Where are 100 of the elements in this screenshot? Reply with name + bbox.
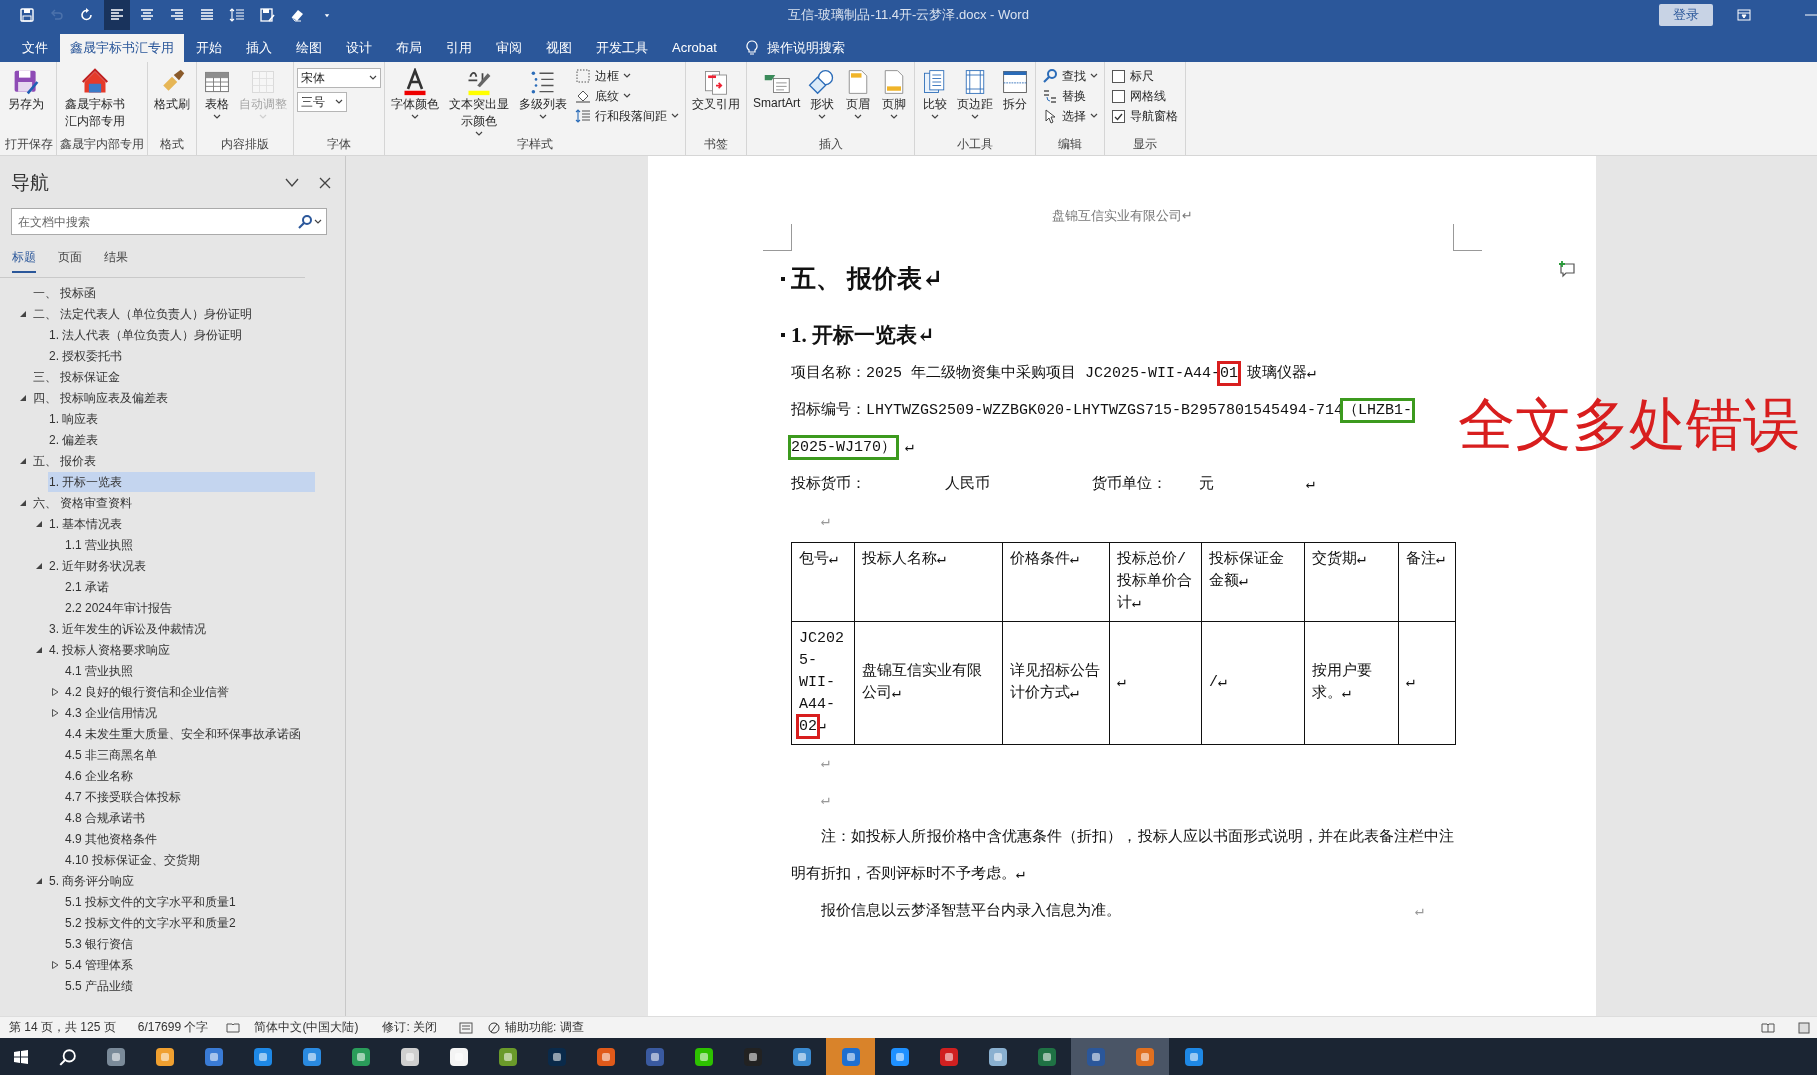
heading-item[interactable]: 4.7 不接受联合体投标 [64, 786, 315, 807]
search-icon[interactable] [297, 214, 313, 230]
page-count[interactable]: 第 14 页，共 125 页 [9, 1019, 116, 1036]
font-dropdown[interactable]: 三号 [297, 92, 347, 112]
language-status[interactable]: 简体中文(中国大陆) [254, 1019, 359, 1036]
heading-item[interactable]: 1. 开标一览表 [48, 471, 315, 492]
ribbon-button[interactable]: 字体颜色 [388, 66, 442, 122]
heading-item[interactable]: 1. 基本情况表 [48, 513, 315, 534]
tell-me-search[interactable]: 操作说明搜索 [766, 39, 845, 57]
close-icon[interactable] [319, 177, 331, 189]
ribbon-button[interactable]: 边框 [572, 66, 682, 86]
expanded-triangle-icon[interactable] [19, 456, 27, 465]
ribbon-tab[interactable]: 引用 [434, 34, 484, 62]
heading-item[interactable]: 3. 近年发生的诉讼及仲裁情况 [48, 618, 315, 639]
pane-tab[interactable]: 页面 [58, 249, 82, 271]
heading-item[interactable]: 2. 近年财务状况表 [48, 555, 315, 576]
collapsed-triangle-icon[interactable] [51, 687, 59, 696]
heading-item[interactable]: 4.6 企业名称 [64, 765, 315, 786]
add-comment-icon[interactable] [1558, 260, 1576, 278]
ribbon-tab[interactable]: 鑫晟宇标书汇专用 [60, 34, 184, 62]
heading-item[interactable]: 1. 法人代表（单位负责人）身份证明 [48, 324, 315, 345]
ribbon-button[interactable]: 鑫晟宇标书汇内部专用 [60, 66, 130, 132]
ribbon-button[interactable]: 多级列表 [516, 66, 570, 122]
heading: 1. 开标一览表↵ [791, 322, 935, 349]
expanded-triangle-icon[interactable] [19, 498, 27, 507]
word-count[interactable]: 6/17699 个字 [137, 1019, 209, 1036]
ribbon-button[interactable]: 页脚 [877, 66, 912, 122]
ribbon-button[interactable]: 比较 [918, 66, 953, 122]
ribbon-button[interactable]: 底纹 [572, 86, 682, 106]
ribbon-tab[interactable]: Acrobat [660, 34, 729, 62]
collapsed-triangle-icon[interactable] [51, 708, 59, 717]
ribbon-tab[interactable]: 设计 [334, 34, 384, 62]
ribbon-button[interactable]: 文本突出显示颜色 [444, 66, 514, 137]
heading-item[interactable]: 六、 资格审查资料 [32, 492, 315, 513]
heading-item[interactable]: 4. 投标人资格要求响应 [48, 639, 315, 660]
heading-item[interactable]: 4.5 非三商黑名单 [64, 744, 315, 765]
ribbon-button[interactable]: SmartArt [750, 66, 804, 112]
font-dropdown[interactable]: 宋体 [297, 68, 381, 88]
heading-item[interactable]: 4.3 企业信用情况 [64, 702, 315, 723]
ribbon-button[interactable]: 形状 [805, 66, 840, 122]
heading-item[interactable]: 2.1 承诺 [64, 576, 315, 597]
ribbon-tab[interactable]: 开发工具 [584, 34, 660, 62]
heading-item[interactable]: 2.2 2024年审计报告 [64, 597, 315, 618]
heading-item[interactable]: 5.1 投标文件的文字水平和质量1 [64, 891, 315, 912]
ribbon-tab[interactable]: 绘图 [284, 34, 334, 62]
ribbon-button[interactable]: 交叉引用 [689, 66, 743, 115]
heading-item[interactable]: 五、 报价表 [32, 450, 315, 471]
toolbar-button[interactable] [104, 0, 130, 30]
chevron-down-icon[interactable] [285, 178, 299, 188]
heading-item[interactable]: 4.8 合规承诺书 [64, 807, 315, 828]
heading-item[interactable]: 4.2 良好的银行资信和企业信誉 [64, 681, 315, 702]
search-field[interactable]: 在文档中搜索 [11, 208, 327, 235]
heading-item[interactable]: 4.10 投标保证金、交货期 [64, 849, 315, 870]
ribbon-button[interactable]: 选择 [1039, 106, 1102, 126]
heading-item[interactable]: 5. 商务评分响应 [48, 870, 315, 891]
expanded-triangle-icon[interactable] [35, 645, 43, 654]
ribbon-tab[interactable]: 审阅 [484, 34, 534, 62]
ribbon-tab[interactable]: 视图 [534, 34, 584, 62]
heading-item[interactable]: 二、 法定代表人（单位负责人）身份证明 [32, 303, 315, 324]
ribbon-tab[interactable]: 开始 [184, 34, 234, 62]
heading-item[interactable]: 1.1 营业执照 [64, 534, 315, 555]
ribbon-tab[interactable]: 布局 [384, 34, 434, 62]
ribbon-button[interactable]: 页眉 [841, 66, 876, 122]
heading-item[interactable]: 1. 响应表 [48, 408, 315, 429]
heading-item[interactable]: 4.1 营业执照 [64, 660, 315, 681]
accessibility-status[interactable]: 辅助功能: 调查 [505, 1019, 584, 1036]
ribbon-button[interactable]: 替换 [1039, 86, 1102, 106]
ribbon-tab[interactable]: 插入 [234, 34, 284, 62]
heading-item[interactable]: 5.2 投标文件的文字水平和质量2 [64, 912, 315, 933]
expanded-triangle-icon[interactable] [35, 561, 43, 570]
heading-item[interactable]: 2. 偏差表 [48, 429, 315, 450]
ribbon-button[interactable]: 页边距 [954, 66, 997, 122]
heading-item[interactable]: 5.3 银行资信 [64, 933, 315, 954]
heading-item[interactable]: 4.4 未发生重大质量、安全和环保事故承诺函 [64, 723, 315, 744]
ribbon-button[interactable]: 另存为 [5, 66, 47, 115]
track-changes-status[interactable]: 修订: 关闭 [382, 1019, 438, 1036]
heading-item[interactable]: 5.4 管理体系 [64, 954, 315, 975]
ribbon-button[interactable]: 表格 [200, 66, 234, 122]
heading-item[interactable]: 一、 投标函 [32, 282, 315, 303]
sign-in-button[interactable]: 登录 [1659, 4, 1713, 26]
ribbon-button[interactable]: 拆分 [998, 66, 1033, 115]
pane-tab[interactable]: 结果 [104, 249, 128, 271]
checkbox[interactable] [1112, 69, 1126, 83]
ribbon-button[interactable]: 格式刷 [151, 66, 193, 115]
ribbon-button[interactable]: 查找 [1039, 66, 1102, 86]
checkbox[interactable] [1112, 109, 1126, 123]
pane-tab[interactable]: 标题 [12, 249, 36, 273]
heading-item[interactable]: 5.5 产品业绩 [64, 975, 315, 996]
expanded-triangle-icon[interactable] [35, 519, 43, 528]
expanded-triangle-icon[interactable] [19, 393, 27, 402]
ribbon-button[interactable]: 行和段落间距 [572, 106, 682, 126]
expanded-triangle-icon[interactable] [35, 876, 43, 885]
collapsed-triangle-icon[interactable] [51, 960, 59, 969]
heading-item[interactable]: 三、 投标保证金 [32, 366, 315, 387]
heading-item[interactable]: 2. 授权委托书 [48, 345, 315, 366]
heading-item[interactable]: 4.9 其他资格条件 [64, 828, 315, 849]
ribbon-tab[interactable]: 文件 [10, 34, 60, 62]
checkbox[interactable] [1112, 89, 1126, 103]
heading-item[interactable]: 四、 投标响应表及偏差表 [32, 387, 315, 408]
expanded-triangle-icon[interactable] [19, 309, 27, 318]
